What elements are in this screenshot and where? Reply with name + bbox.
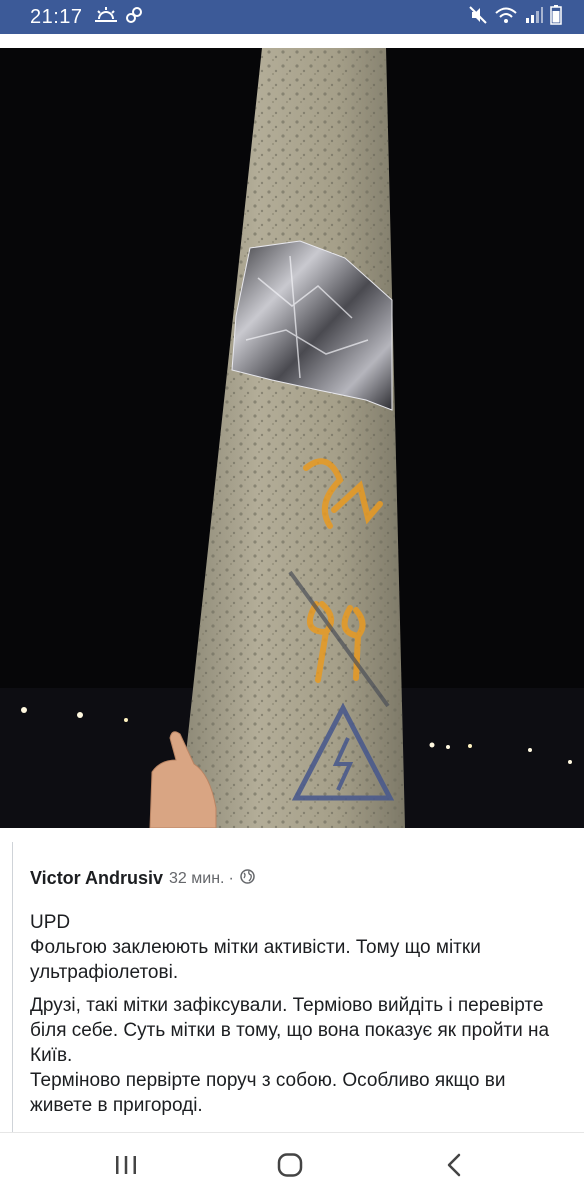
- home-button[interactable]: [270, 1152, 310, 1182]
- post-photo[interactable]: [0, 48, 584, 828]
- status-left-icons: [94, 6, 143, 29]
- back-icon: [446, 1153, 462, 1182]
- status-time: 21:17: [30, 5, 83, 28]
- thread-line: [12, 842, 13, 1132]
- photo-scene: [0, 48, 584, 828]
- post: Victor Andrusiv 32 мин. · UPD Фольгою за…: [0, 836, 584, 1132]
- home-icon: [277, 1152, 303, 1182]
- wifi-icon: [494, 6, 518, 29]
- status-bar: 21:17: [0, 0, 584, 34]
- signal-icon: [525, 6, 543, 28]
- globe-icon: [240, 868, 255, 889]
- recents-button[interactable]: [106, 1153, 146, 1181]
- status-right-icons: [469, 4, 562, 30]
- separator-dot: ·: [228, 869, 234, 887]
- status-spacer: [0, 34, 584, 48]
- recents-icon: [115, 1155, 137, 1180]
- author-name[interactable]: Victor Andrusiv: [30, 868, 163, 889]
- link-icon: [125, 6, 143, 29]
- back-button[interactable]: [434, 1153, 474, 1181]
- post-line-urgent: Терміново первірте поруч з собою. Особли…: [30, 1070, 506, 1116]
- post-header: Victor Andrusiv 32 мин. ·: [30, 868, 255, 889]
- post-line-foil: Фольгою заклеюють мітки активісти. Тому …: [30, 937, 481, 983]
- post-line-upd: UPD: [30, 912, 71, 933]
- post-time[interactable]: 32 мин.: [169, 870, 224, 888]
- battery-icon: [550, 4, 562, 30]
- weather-icon: [94, 6, 117, 28]
- mute-icon: [469, 5, 487, 29]
- post-text: UPD Фольгою заклеюють мітки активісти. Т…: [30, 910, 570, 1118]
- navigation-bar: [0, 1132, 584, 1200]
- post-line-friends: Друзі, такі мітки зафіксували. Терміово …: [30, 995, 550, 1066]
